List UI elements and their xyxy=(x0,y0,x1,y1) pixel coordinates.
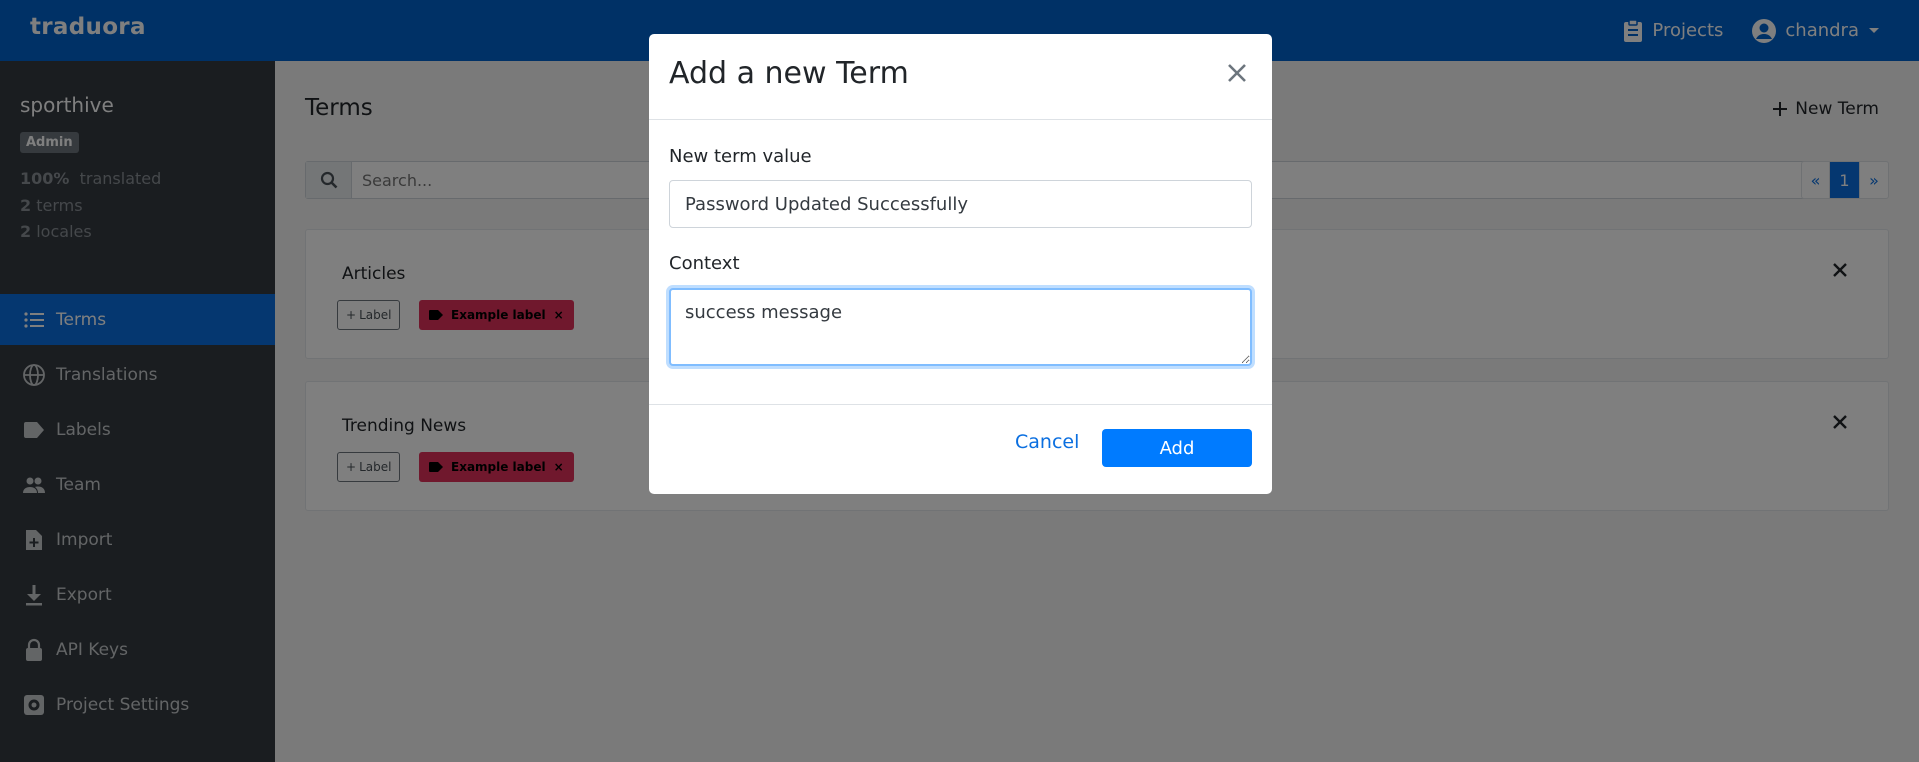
term-value-input[interactable] xyxy=(669,180,1252,228)
context-textarea[interactable]: success message xyxy=(669,288,1252,366)
modal-footer: Cancel Add xyxy=(649,404,1272,494)
add-term-modal: Add a new Term New term value Context su… xyxy=(649,34,1272,494)
modal-header: Add a new Term xyxy=(649,34,1272,120)
cancel-button[interactable]: Cancel xyxy=(1015,431,1079,453)
close-icon[interactable] xyxy=(1226,62,1248,88)
modal-title: Add a new Term xyxy=(669,56,909,91)
term-value-label: New term value xyxy=(669,146,812,167)
context-label: Context xyxy=(669,253,740,274)
add-button[interactable]: Add xyxy=(1102,429,1252,467)
